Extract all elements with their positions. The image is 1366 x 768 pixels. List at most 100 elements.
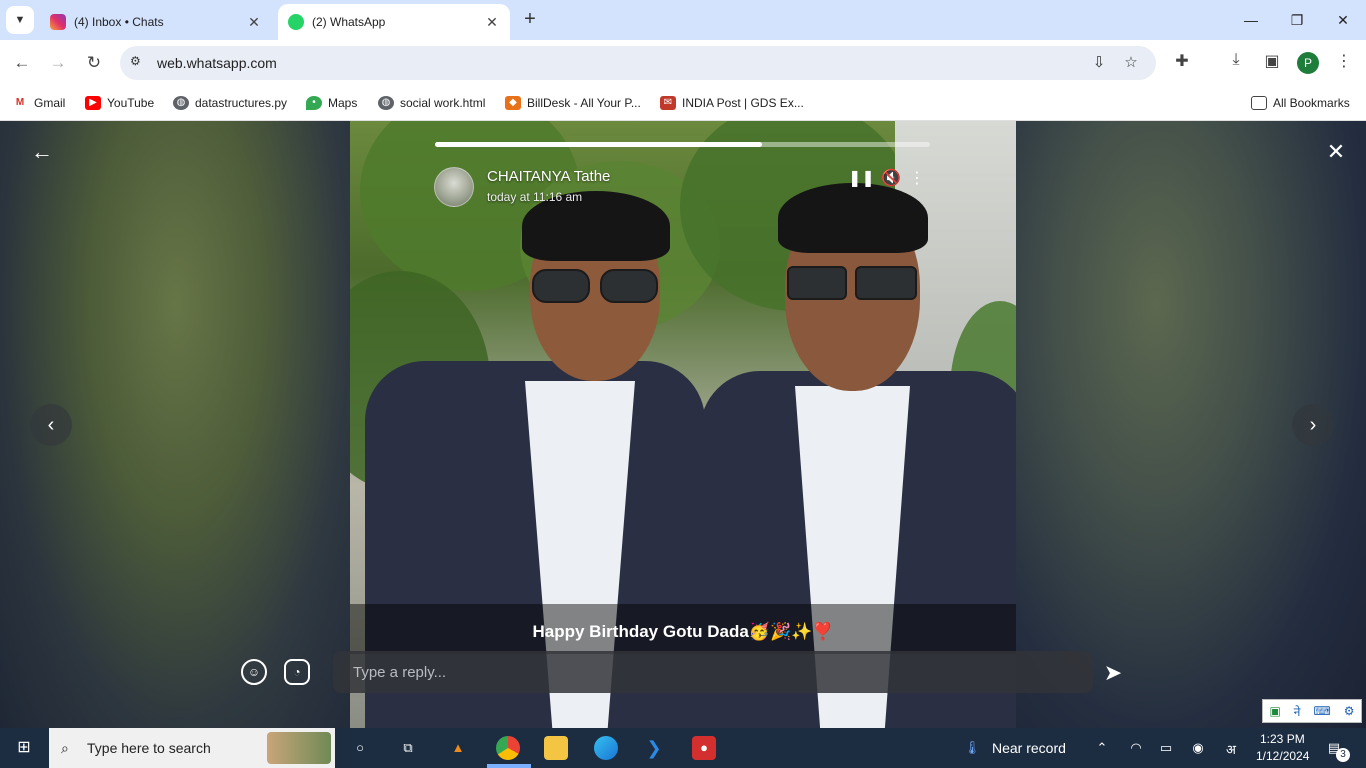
camera-icon[interactable]: ◉	[1186, 736, 1210, 760]
maps-icon: •	[306, 96, 322, 110]
minimize-button[interactable]: —	[1228, 0, 1274, 40]
gmail-icon: M	[12, 96, 28, 110]
show-hidden-icons-icon[interactable]: ⌃	[1090, 736, 1114, 760]
status-progress-bar	[435, 142, 930, 147]
bookmark-youtube[interactable]: ▶ YouTube	[85, 93, 154, 113]
file-explorer-icon[interactable]	[544, 736, 568, 760]
contact-name: CHAITANYA Tathe	[487, 168, 611, 185]
url-text: web.whatsapp.com	[157, 55, 277, 71]
chevron-left-icon: ‹	[47, 414, 55, 436]
ime-toolbar[interactable]: ▣ ने ⌨ ⚙	[1262, 699, 1362, 723]
close-window-button[interactable]: ✕	[1320, 0, 1366, 40]
indiapost-icon: ✉	[660, 96, 676, 110]
ime-lang-icon[interactable]: ने	[1294, 703, 1301, 720]
mute-icon[interactable]: 🔇	[880, 168, 902, 190]
bookmark-star-icon[interactable]: ☆	[1120, 53, 1142, 73]
reply-input[interactable]	[353, 651, 1073, 693]
vlc-icon[interactable]: ▲	[446, 736, 470, 760]
more-options-icon[interactable]: ⋮	[906, 168, 928, 190]
keyboard-icon[interactable]: ⌨	[1313, 704, 1330, 718]
bookmarks-bar: M Gmail ▶ YouTube ◍ datastructures.py • …	[0, 86, 1366, 121]
reload-button[interactable]: ↻	[81, 50, 107, 76]
chevron-right-icon: ›	[1309, 414, 1317, 436]
back-button[interactable]: ←	[9, 50, 35, 76]
windows-start-icon[interactable]: ⊞	[12, 736, 36, 760]
back-arrow-icon[interactable]: ←	[29, 139, 55, 165]
globe-icon: ◍	[378, 96, 394, 110]
install-app-icon[interactable]: ⇩	[1088, 53, 1110, 73]
contact-avatar[interactable]	[434, 167, 474, 207]
all-bookmarks-button[interactable]: All Bookmarks	[1251, 93, 1350, 113]
status-caption: Happy Birthday Gotu Dada🥳🎉✨❣️	[350, 604, 1016, 654]
cortana-icon[interactable]: ○	[348, 736, 372, 760]
tab-search-button[interactable]: ▼	[6, 6, 34, 34]
restore-button[interactable]: ❐	[1274, 0, 1320, 40]
new-tab-button[interactable]: +	[518, 8, 542, 32]
weather-thermometer-icon[interactable]: 🌡	[960, 736, 984, 760]
address-bar[interactable]: ⚙ web.whatsapp.com ⇩ ☆	[120, 46, 1156, 80]
browser-chrome: ▼ (4) Inbox • Chats ✕ (2) WhatsApp ✕ + —…	[0, 0, 1366, 121]
send-icon[interactable]: ➤	[1100, 660, 1126, 686]
downloads-icon[interactable]: ⤓	[1224, 51, 1248, 75]
battery-icon[interactable]: ▭	[1154, 736, 1178, 760]
next-status-button[interactable]: ›	[1292, 404, 1334, 446]
status-progress-fill	[435, 142, 762, 147]
close-tab-icon[interactable]: ✕	[482, 14, 502, 31]
bookmark-label: Maps	[328, 96, 358, 110]
tab-instagram[interactable]: (4) Inbox • Chats ✕	[40, 4, 272, 40]
ime-app-icon[interactable]: ▣	[1269, 704, 1280, 718]
taskbar-search[interactable]: ⌕ Type here to search	[49, 728, 335, 768]
instagram-icon	[50, 14, 66, 30]
close-icon[interactable]: ✕	[1323, 139, 1349, 165]
tab-whatsapp[interactable]: (2) WhatsApp ✕	[278, 4, 510, 40]
ime-settings-icon[interactable]: ⚙	[1344, 704, 1355, 718]
bookmark-gmail[interactable]: M Gmail	[12, 93, 65, 113]
clock-time[interactable]: 1:23 PM	[1260, 732, 1305, 746]
chrome-icon[interactable]	[496, 736, 520, 760]
menu-icon[interactable]: ⋮	[1332, 51, 1356, 75]
bookmark-label: All Bookmarks	[1273, 96, 1350, 110]
site-info-icon[interactable]: ⚙	[130, 54, 146, 70]
youtube-icon: ▶	[85, 96, 101, 110]
clock-date[interactable]: 1/12/2024	[1256, 749, 1309, 763]
bookmark-billdesk[interactable]: ◆ BillDesk - All Your P...	[505, 93, 641, 113]
billdesk-icon: ◆	[505, 96, 521, 110]
bookmark-label: datastructures.py	[195, 96, 288, 110]
screen-recorder-icon[interactable]: ●	[692, 736, 716, 760]
side-panel-icon[interactable]: ▣	[1260, 51, 1284, 75]
chevron-down-icon: ▼	[14, 14, 26, 26]
status-timestamp: today at 11:16 am	[487, 190, 583, 204]
search-icon: ⌕	[61, 739, 69, 756]
bookmark-label: Gmail	[34, 96, 66, 110]
extensions-icon[interactable]: ✚	[1170, 51, 1194, 75]
bookmark-label: BillDesk - All Your P...	[527, 96, 641, 110]
search-placeholder: Type here to search	[87, 740, 211, 756]
pause-icon[interactable]: ❚❚	[848, 168, 875, 190]
whatsapp-icon	[288, 14, 304, 30]
browser-toolbar: ← → ↻ ⚙ web.whatsapp.com ⇩ ☆ ✚ ⤓ ▣ ⋮	[0, 40, 1366, 86]
vscode-icon[interactable]: ❯	[642, 736, 666, 760]
bookmark-datastructures[interactable]: ◍ datastructures.py	[173, 93, 287, 113]
folder-icon	[1251, 96, 1267, 110]
forward-button[interactable]: →	[45, 50, 71, 76]
bookmark-indiapost[interactable]: ✉ INDIA Post | GDS Ex...	[660, 93, 804, 113]
tab-strip: ▼ (4) Inbox • Chats ✕ (2) WhatsApp ✕ + —…	[0, 0, 1366, 40]
windows-taskbar: ⊞ ⌕ Type here to search ○ ⧉ ▲ ❯ ● 🌡 Near…	[0, 728, 1366, 768]
sticker-icon[interactable]: ◔	[284, 659, 310, 685]
task-view-icon[interactable]: ⧉	[396, 736, 420, 760]
close-tab-icon[interactable]: ✕	[244, 14, 264, 31]
notification-badge: 3	[1336, 748, 1350, 762]
wifi-icon[interactable]: ◠	[1124, 736, 1148, 760]
emoji-icon[interactable]: ☺	[241, 659, 267, 685]
tab-title: (4) Inbox • Chats	[74, 15, 164, 29]
previous-status-button[interactable]: ‹	[30, 404, 72, 446]
chrome-active-indicator	[487, 764, 531, 768]
search-highlight-image	[267, 732, 331, 764]
input-language[interactable]: अ	[1226, 740, 1236, 758]
profile-avatar[interactable]: P	[1297, 52, 1319, 74]
weather-text[interactable]: Near record	[992, 740, 1066, 756]
bookmark-social-work[interactable]: ◍ social work.html	[378, 93, 485, 113]
globe-icon: ◍	[173, 96, 189, 110]
edge-icon[interactable]	[594, 736, 618, 760]
bookmark-maps[interactable]: • Maps	[306, 93, 357, 113]
